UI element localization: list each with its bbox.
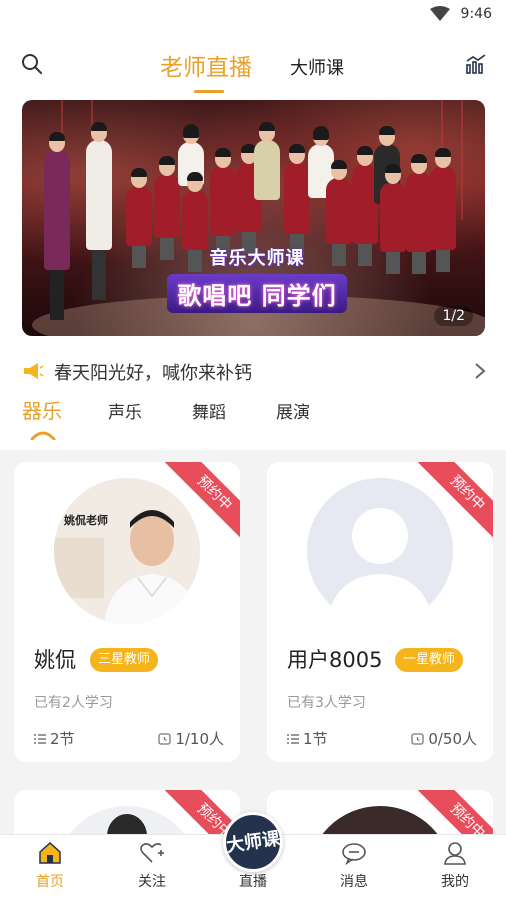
lesson-count: 2节 [34, 728, 75, 749]
list-icon [34, 733, 46, 744]
tab-teacher-live[interactable]: 老师直播 [160, 48, 252, 82]
megaphone-icon [24, 363, 44, 379]
banner-figure [182, 172, 208, 272]
banner-title-line2: 歌唱吧 同学们 [167, 274, 347, 313]
category-performance[interactable]: 展演 [276, 398, 310, 423]
banner-figure [126, 168, 152, 268]
announcement-bar[interactable]: 春天阳光好，喊你来补钙 [0, 354, 506, 388]
banner-figure [210, 148, 236, 258]
banner-figure [44, 132, 70, 320]
avatar: 姚侃老师 [54, 478, 200, 624]
category-dance[interactable]: 舞蹈 [192, 398, 226, 423]
tab-home[interactable]: 首页 [10, 841, 90, 891]
home-icon [39, 841, 61, 864]
tab-mine[interactable]: 我的 [415, 841, 495, 891]
teacher-name: 姚侃 [34, 648, 76, 672]
banner-pager: 1/2 [434, 306, 473, 326]
tab-master-class[interactable]: 大师课 [290, 54, 344, 80]
status-time: 9:46 [460, 6, 492, 22]
banner-figure [430, 148, 456, 272]
announcement-text: 春天阳光好，喊你来补钙 [54, 363, 252, 384]
enrollment-capacity: 0/50人 [411, 728, 477, 749]
avatar-caption: 姚侃老师 [64, 514, 108, 527]
chat-icon [342, 843, 366, 866]
banner-figure [380, 164, 406, 274]
teacher-level-badge: 三星教师 [90, 648, 159, 672]
search-icon[interactable] [20, 52, 44, 76]
banner-figure [86, 122, 112, 300]
live-fab-label: 大师课 [225, 828, 282, 857]
wifi-icon [430, 6, 450, 21]
ranking-chart-icon[interactable] [464, 52, 488, 76]
list-icon [287, 733, 299, 744]
category-vocal[interactable]: 声乐 [108, 398, 142, 423]
promo-banner[interactable]: 音乐大师课 歌唱吧 同学们 1/2 [22, 100, 485, 336]
teacher-card[interactable]: 预约中 姚侃老师 姚侃 三星教师 已有2人学习 2节 1/10人 [14, 462, 240, 762]
banner-figure [326, 160, 352, 266]
category-active-indicator [30, 431, 56, 440]
lesson-count: 1节 [287, 728, 328, 749]
learner-count: 已有2人学习 [34, 695, 113, 711]
live-master-class-button[interactable]: 大师课 [223, 812, 283, 872]
banner-figure [254, 122, 280, 200]
header: 老师直播 大师课 [0, 38, 506, 98]
tab-indicator [194, 90, 224, 93]
tab-messages[interactable]: 消息 [314, 841, 394, 891]
banner-figure [406, 154, 432, 274]
teacher-level-badge: 一星教师 [395, 648, 464, 672]
teacher-name: 用户8005 [287, 648, 383, 672]
status-bar: 9:46 [0, 0, 506, 30]
user-icon [444, 842, 466, 865]
clock-icon [411, 733, 424, 745]
tab-follow[interactable]: 关注 [112, 841, 192, 891]
teacher-card[interactable]: 预约中 用户8005 一星教师 已有3人学习 1节 0/50人 [267, 462, 493, 762]
banner-figure [154, 156, 180, 260]
learner-count: 已有3人学习 [287, 695, 366, 711]
banner-figure [284, 144, 310, 256]
category-instrumental[interactable]: 器乐 [22, 395, 62, 424]
tab-live[interactable]: 直播 [213, 869, 293, 891]
avatar [307, 478, 453, 624]
heart-plus-icon [140, 843, 164, 863]
chevron-right-icon[interactable] [474, 361, 486, 381]
teacher-photo [54, 478, 200, 624]
category-tabs: 器乐 声乐 舞蹈 展演 [0, 394, 506, 442]
default-user-avatar-icon [307, 478, 453, 624]
banner-title: 音乐大师课 歌唱吧 同学们 [152, 244, 362, 313]
clock-icon [158, 733, 171, 745]
enrollment-capacity: 1/10人 [158, 728, 224, 749]
banner-title-line1: 音乐大师课 [209, 248, 305, 269]
